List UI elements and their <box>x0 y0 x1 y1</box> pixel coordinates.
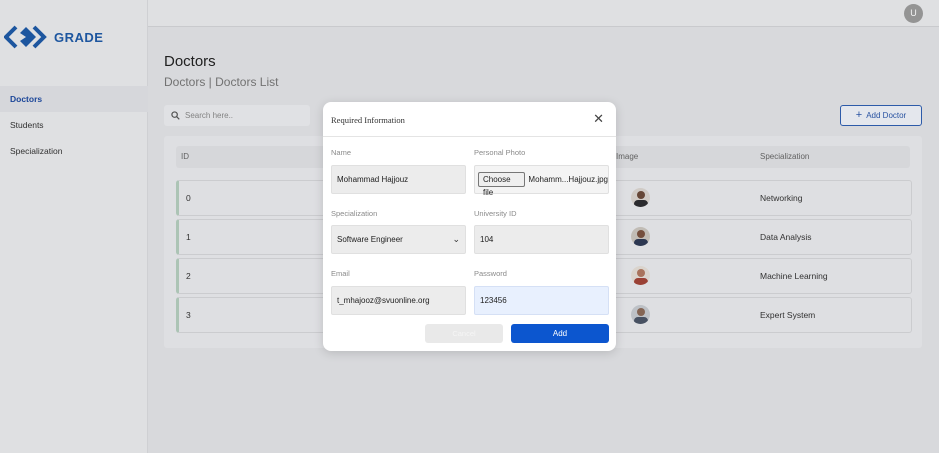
name-label: Name <box>331 148 352 157</box>
modal-header: Required Information ✕ <box>323 102 616 137</box>
specialization-label: Specialization <box>331 209 378 218</box>
cancel-button[interactable]: Cancel <box>425 324 503 343</box>
close-icon[interactable]: ✕ <box>593 112 604 125</box>
photo-label: Personal Photo <box>474 148 526 157</box>
file-name: Mohamm...Hajjouz.jpg <box>528 175 608 184</box>
email-field[interactable]: t_mhajooz@svuonline.org <box>331 286 466 315</box>
university-id-field[interactable]: 104 <box>474 225 609 254</box>
add-doctor-modal: Required Information ✕ Name Mohammad Haj… <box>323 102 616 351</box>
chevron-down-icon: ⌄ <box>452 234 460 244</box>
university-id-label: University ID <box>474 209 517 218</box>
password-field[interactable]: 123456 <box>474 286 609 315</box>
name-field[interactable]: Mohammad Hajjouz <box>331 165 466 194</box>
choose-file-button[interactable]: Choose file <box>478 172 526 197</box>
specialization-value: Software Engineer <box>337 235 403 244</box>
password-label: Password <box>474 269 507 278</box>
email-label: Email <box>331 269 350 278</box>
add-button[interactable]: Add <box>511 324 609 343</box>
photo-file-input[interactable]: Choose file Mohamm...Hajjouz.jpg <box>474 165 609 197</box>
modal-title: Required Information <box>331 115 405 125</box>
specialization-select[interactable]: Software Engineer ⌄ <box>331 225 466 254</box>
